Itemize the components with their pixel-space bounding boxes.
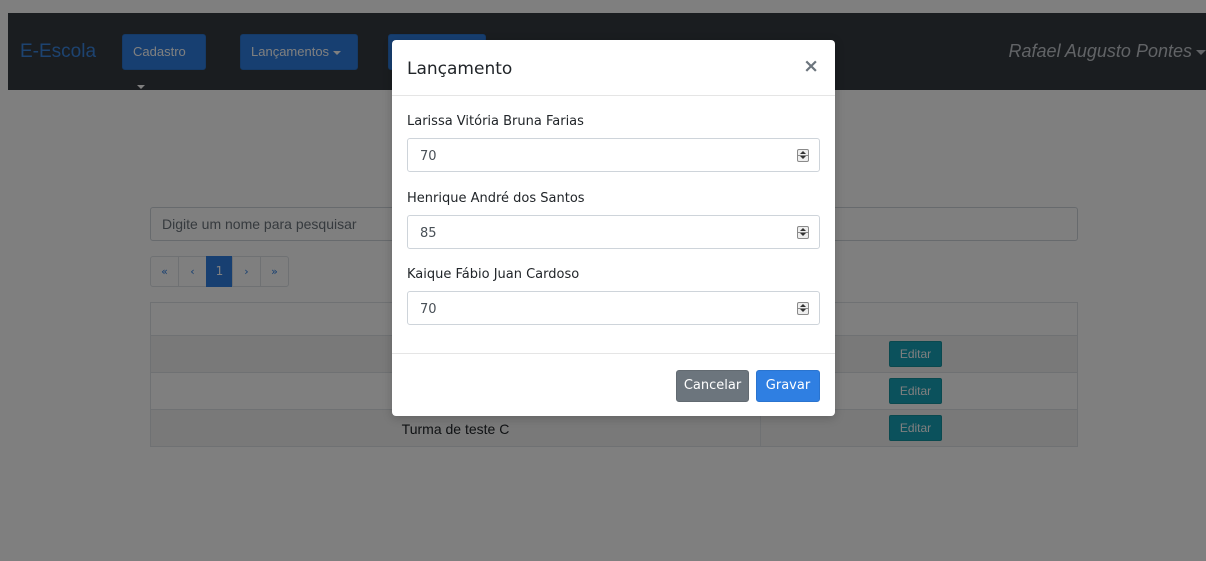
close-icon[interactable]: × [803,56,819,76]
cancel-button[interactable]: Cancelar [676,370,749,402]
grade-input-1[interactable]: 70 [407,138,820,172]
app-window: E-Escola Cadastro Lançamentos Rafael Aug… [0,0,1206,561]
grade-value-2: 85 [420,226,437,241]
modal-footer: Cancelar Gravar [392,353,835,416]
grade-value-3: 70 [420,302,437,317]
modal-header: Lançamento × [392,40,835,96]
student-label-1: Larissa Vitória Bruna Farias [407,114,584,129]
grade-value-1: 70 [420,149,437,164]
student-label-2: Henrique André dos Santos [407,191,585,206]
save-button[interactable]: Gravar [756,370,820,402]
grade-input-2[interactable]: 85 [407,215,820,249]
lancamento-modal: Lançamento × Larissa Vitória Bruna Faria… [392,40,835,416]
spinner-icon[interactable] [797,302,809,315]
modal-title: Lançamento [407,59,513,79]
spinner-icon[interactable] [797,149,809,162]
spinner-icon[interactable] [797,226,809,239]
grade-input-3[interactable]: 70 [407,291,820,325]
student-label-3: Kaique Fábio Juan Cardoso [407,267,580,282]
